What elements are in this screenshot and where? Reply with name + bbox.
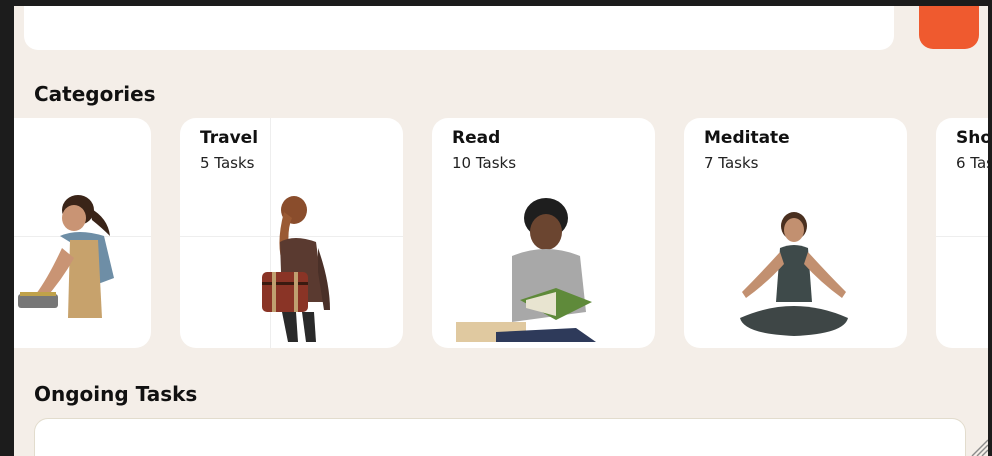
divider	[936, 236, 988, 237]
category-card-cooking[interactable]	[14, 118, 151, 348]
category-count: 10 Tasks	[452, 154, 517, 172]
girl-cooking-illustration	[18, 195, 114, 318]
woman-meditating-illustration	[740, 212, 848, 336]
search-input[interactable]	[24, 6, 894, 50]
category-name: Sho	[956, 128, 988, 148]
category-card-travel[interactable]: Travel 5 Tasks	[180, 118, 403, 348]
resize-grip-icon[interactable]	[968, 436, 988, 456]
add-task-button[interactable]	[919, 6, 979, 49]
category-card-meditate[interactable]: Meditate 7 Tasks	[684, 118, 907, 348]
boy-reading-book-illustration	[456, 198, 596, 342]
app-window: Categories Travel 5 Tasks Read 10 Tasks …	[14, 6, 988, 456]
woman-with-suitcase-illustration	[262, 196, 330, 342]
category-card-read[interactable]: Read 10 Tasks	[432, 118, 655, 348]
categories-heading: Categories	[34, 82, 156, 106]
category-name: Read	[452, 128, 501, 148]
category-name: Meditate	[704, 128, 790, 148]
category-name: Travel	[200, 128, 259, 148]
category-count: 7 Tasks	[704, 154, 759, 172]
ongoing-tasks-heading: Ongoing Tasks	[34, 382, 198, 406]
ongoing-task-card[interactable]	[34, 418, 966, 456]
category-count: 5 Tasks	[200, 154, 255, 172]
category-count: 6 Tas	[956, 154, 988, 172]
category-card-shopping[interactable]: Sho 6 Tas	[936, 118, 988, 348]
